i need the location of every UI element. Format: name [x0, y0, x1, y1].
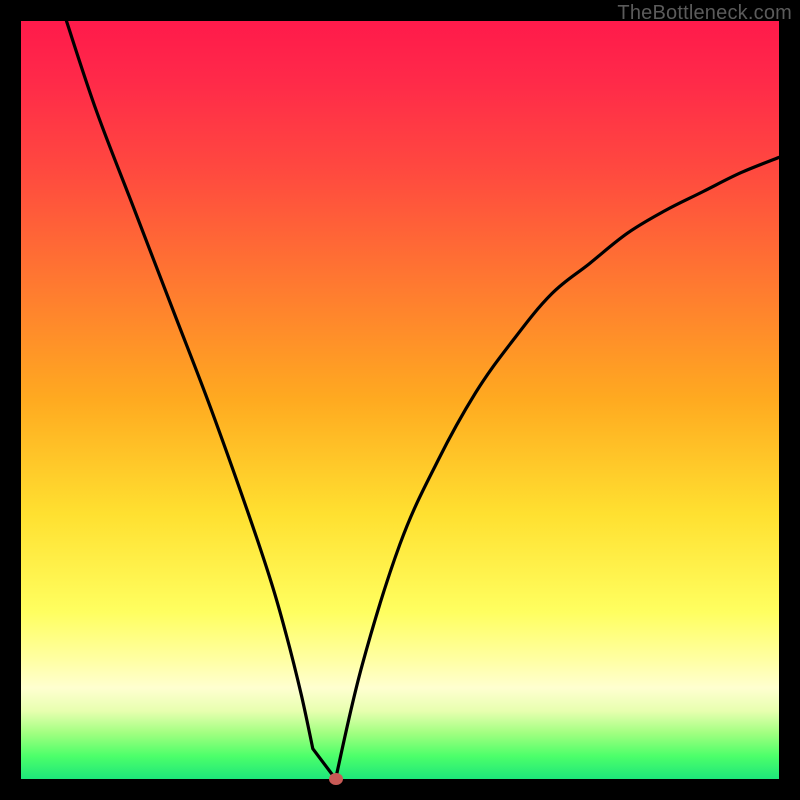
- outer-frame: TheBottleneck.com: [0, 0, 800, 800]
- plot-area: [21, 21, 779, 779]
- curve-path: [66, 21, 779, 779]
- watermark-text: TheBottleneck.com: [617, 2, 792, 25]
- bottleneck-curve: [21, 21, 779, 779]
- optimum-marker: [329, 773, 343, 785]
